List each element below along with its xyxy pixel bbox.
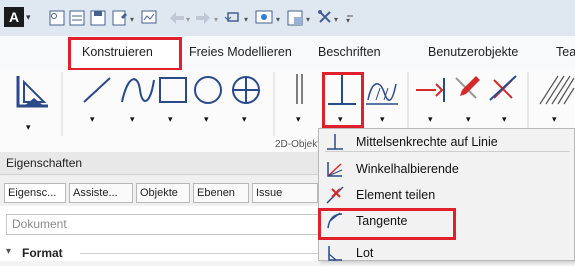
split-icon[interactable] bbox=[489, 75, 517, 101]
collapse-icon[interactable]: ▾ bbox=[6, 246, 11, 257]
tangent-highlight-box bbox=[318, 208, 456, 240]
tab-assistenten[interactable]: Assiste... bbox=[69, 183, 133, 203]
ribbon-group-label: 2D-Objekt bbox=[274, 139, 320, 150]
angle-bisector-icon bbox=[327, 162, 343, 177]
svg-text:▾: ▾ bbox=[380, 114, 385, 124]
split-element-icon bbox=[326, 186, 344, 204]
svg-text:▾: ▾ bbox=[346, 16, 350, 25]
circle-icon[interactable] bbox=[194, 76, 222, 104]
curve-icon[interactable] bbox=[366, 83, 398, 105]
svg-text:▾: ▾ bbox=[204, 114, 209, 124]
tab-highlight-box bbox=[68, 37, 182, 71]
menu-item-label: Mittelsenkrechte auf Linie bbox=[356, 135, 498, 149]
svg-text:▾: ▾ bbox=[214, 15, 218, 24]
menu-item-label: Element teilen bbox=[356, 188, 436, 202]
svg-text:▾: ▾ bbox=[502, 114, 507, 124]
app-icon[interactable]: A bbox=[4, 7, 24, 27]
svg-text:▾: ▾ bbox=[552, 114, 557, 124]
arrow-icon[interactable] bbox=[416, 78, 445, 102]
format-section-header[interactable]: Format bbox=[22, 246, 63, 260]
tab-tea[interactable]: Tea bbox=[556, 45, 575, 59]
new-icon[interactable] bbox=[112, 10, 127, 26]
svg-text:▾: ▾ bbox=[90, 114, 95, 124]
tools-icon[interactable] bbox=[318, 10, 331, 23]
edit-icon[interactable] bbox=[455, 76, 480, 99]
save-icon[interactable] bbox=[90, 10, 106, 26]
redo-icon[interactable] bbox=[196, 12, 210, 24]
view-icon[interactable] bbox=[255, 10, 273, 24]
layout-icon[interactable] bbox=[287, 10, 303, 26]
dimension-tool-icon[interactable] bbox=[16, 76, 48, 108]
menu-item-lot[interactable]: Lot bbox=[320, 240, 575, 266]
svg-text:▾: ▾ bbox=[244, 15, 248, 24]
quick-access-icons: ▾ ▾ ▾ ▾ ▾ ▾ ▾ ▾ bbox=[49, 10, 353, 26]
perpendicular-tool-highlight-box bbox=[322, 72, 364, 128]
menu-separator bbox=[325, 151, 570, 152]
circle-cross-icon[interactable] bbox=[232, 76, 260, 104]
polyline-icon[interactable] bbox=[121, 78, 155, 103]
menu-item-label: Winkelhalbierende bbox=[356, 162, 459, 176]
menu-item-element-teilen[interactable]: Element teilen bbox=[320, 182, 575, 208]
properties-title-bar: Eigenschaften bbox=[0, 152, 330, 175]
tab-eigenschaften[interactable]: Eigensc... bbox=[4, 183, 66, 203]
svg-text:▾: ▾ bbox=[168, 114, 173, 124]
svg-text:▾: ▾ bbox=[296, 114, 301, 124]
properties-title: Eigenschaften bbox=[6, 156, 83, 170]
svg-text:▾: ▾ bbox=[466, 114, 471, 124]
tab-ebenen[interactable]: Ebenen bbox=[193, 183, 249, 203]
svg-text:▾: ▾ bbox=[26, 122, 31, 132]
svg-text:▾: ▾ bbox=[334, 15, 338, 24]
hatch-icon[interactable] bbox=[539, 75, 575, 105]
section-divider bbox=[80, 253, 320, 254]
rotate-icon[interactable] bbox=[224, 12, 239, 22]
undo-icon[interactable] bbox=[170, 12, 184, 24]
svg-text:▾: ▾ bbox=[428, 114, 433, 124]
print-preview-icon[interactable] bbox=[141, 10, 157, 24]
perpendicular-bisector-icon bbox=[327, 134, 343, 150]
parallel-icon[interactable] bbox=[296, 74, 303, 104]
svg-text:▾: ▾ bbox=[242, 114, 247, 124]
menu-item-label: Lot bbox=[356, 246, 374, 260]
open-icon[interactable] bbox=[69, 10, 85, 26]
app-menu-caret-icon[interactable]: ▾ bbox=[26, 12, 31, 23]
tab-issue[interactable]: Issue bbox=[252, 183, 318, 203]
document-field[interactable]: Dokument bbox=[6, 214, 324, 235]
svg-text:▾: ▾ bbox=[186, 15, 190, 24]
rectangle-icon[interactable] bbox=[159, 77, 187, 103]
line-icon[interactable] bbox=[83, 77, 111, 103]
customize-icon[interactable]: ▾ bbox=[346, 15, 353, 25]
project-icon[interactable] bbox=[49, 10, 65, 26]
svg-text:▾: ▾ bbox=[130, 15, 134, 24]
tab-freies-modellieren[interactable]: Freies Modellieren bbox=[189, 45, 292, 59]
svg-text:▾: ▾ bbox=[306, 15, 310, 24]
menu-item-winkelhalbierende[interactable]: Winkelhalbierende bbox=[320, 156, 575, 182]
tab-beschriften[interactable]: Beschriften bbox=[318, 45, 381, 59]
svg-text:▾: ▾ bbox=[276, 15, 280, 24]
svg-text:▾: ▾ bbox=[130, 114, 135, 124]
tab-objekte[interactable]: Objekte bbox=[136, 183, 190, 203]
plumb-line-icon bbox=[328, 246, 342, 261]
tab-benutzerobjekte[interactable]: Benutzerobjekte bbox=[428, 45, 518, 59]
